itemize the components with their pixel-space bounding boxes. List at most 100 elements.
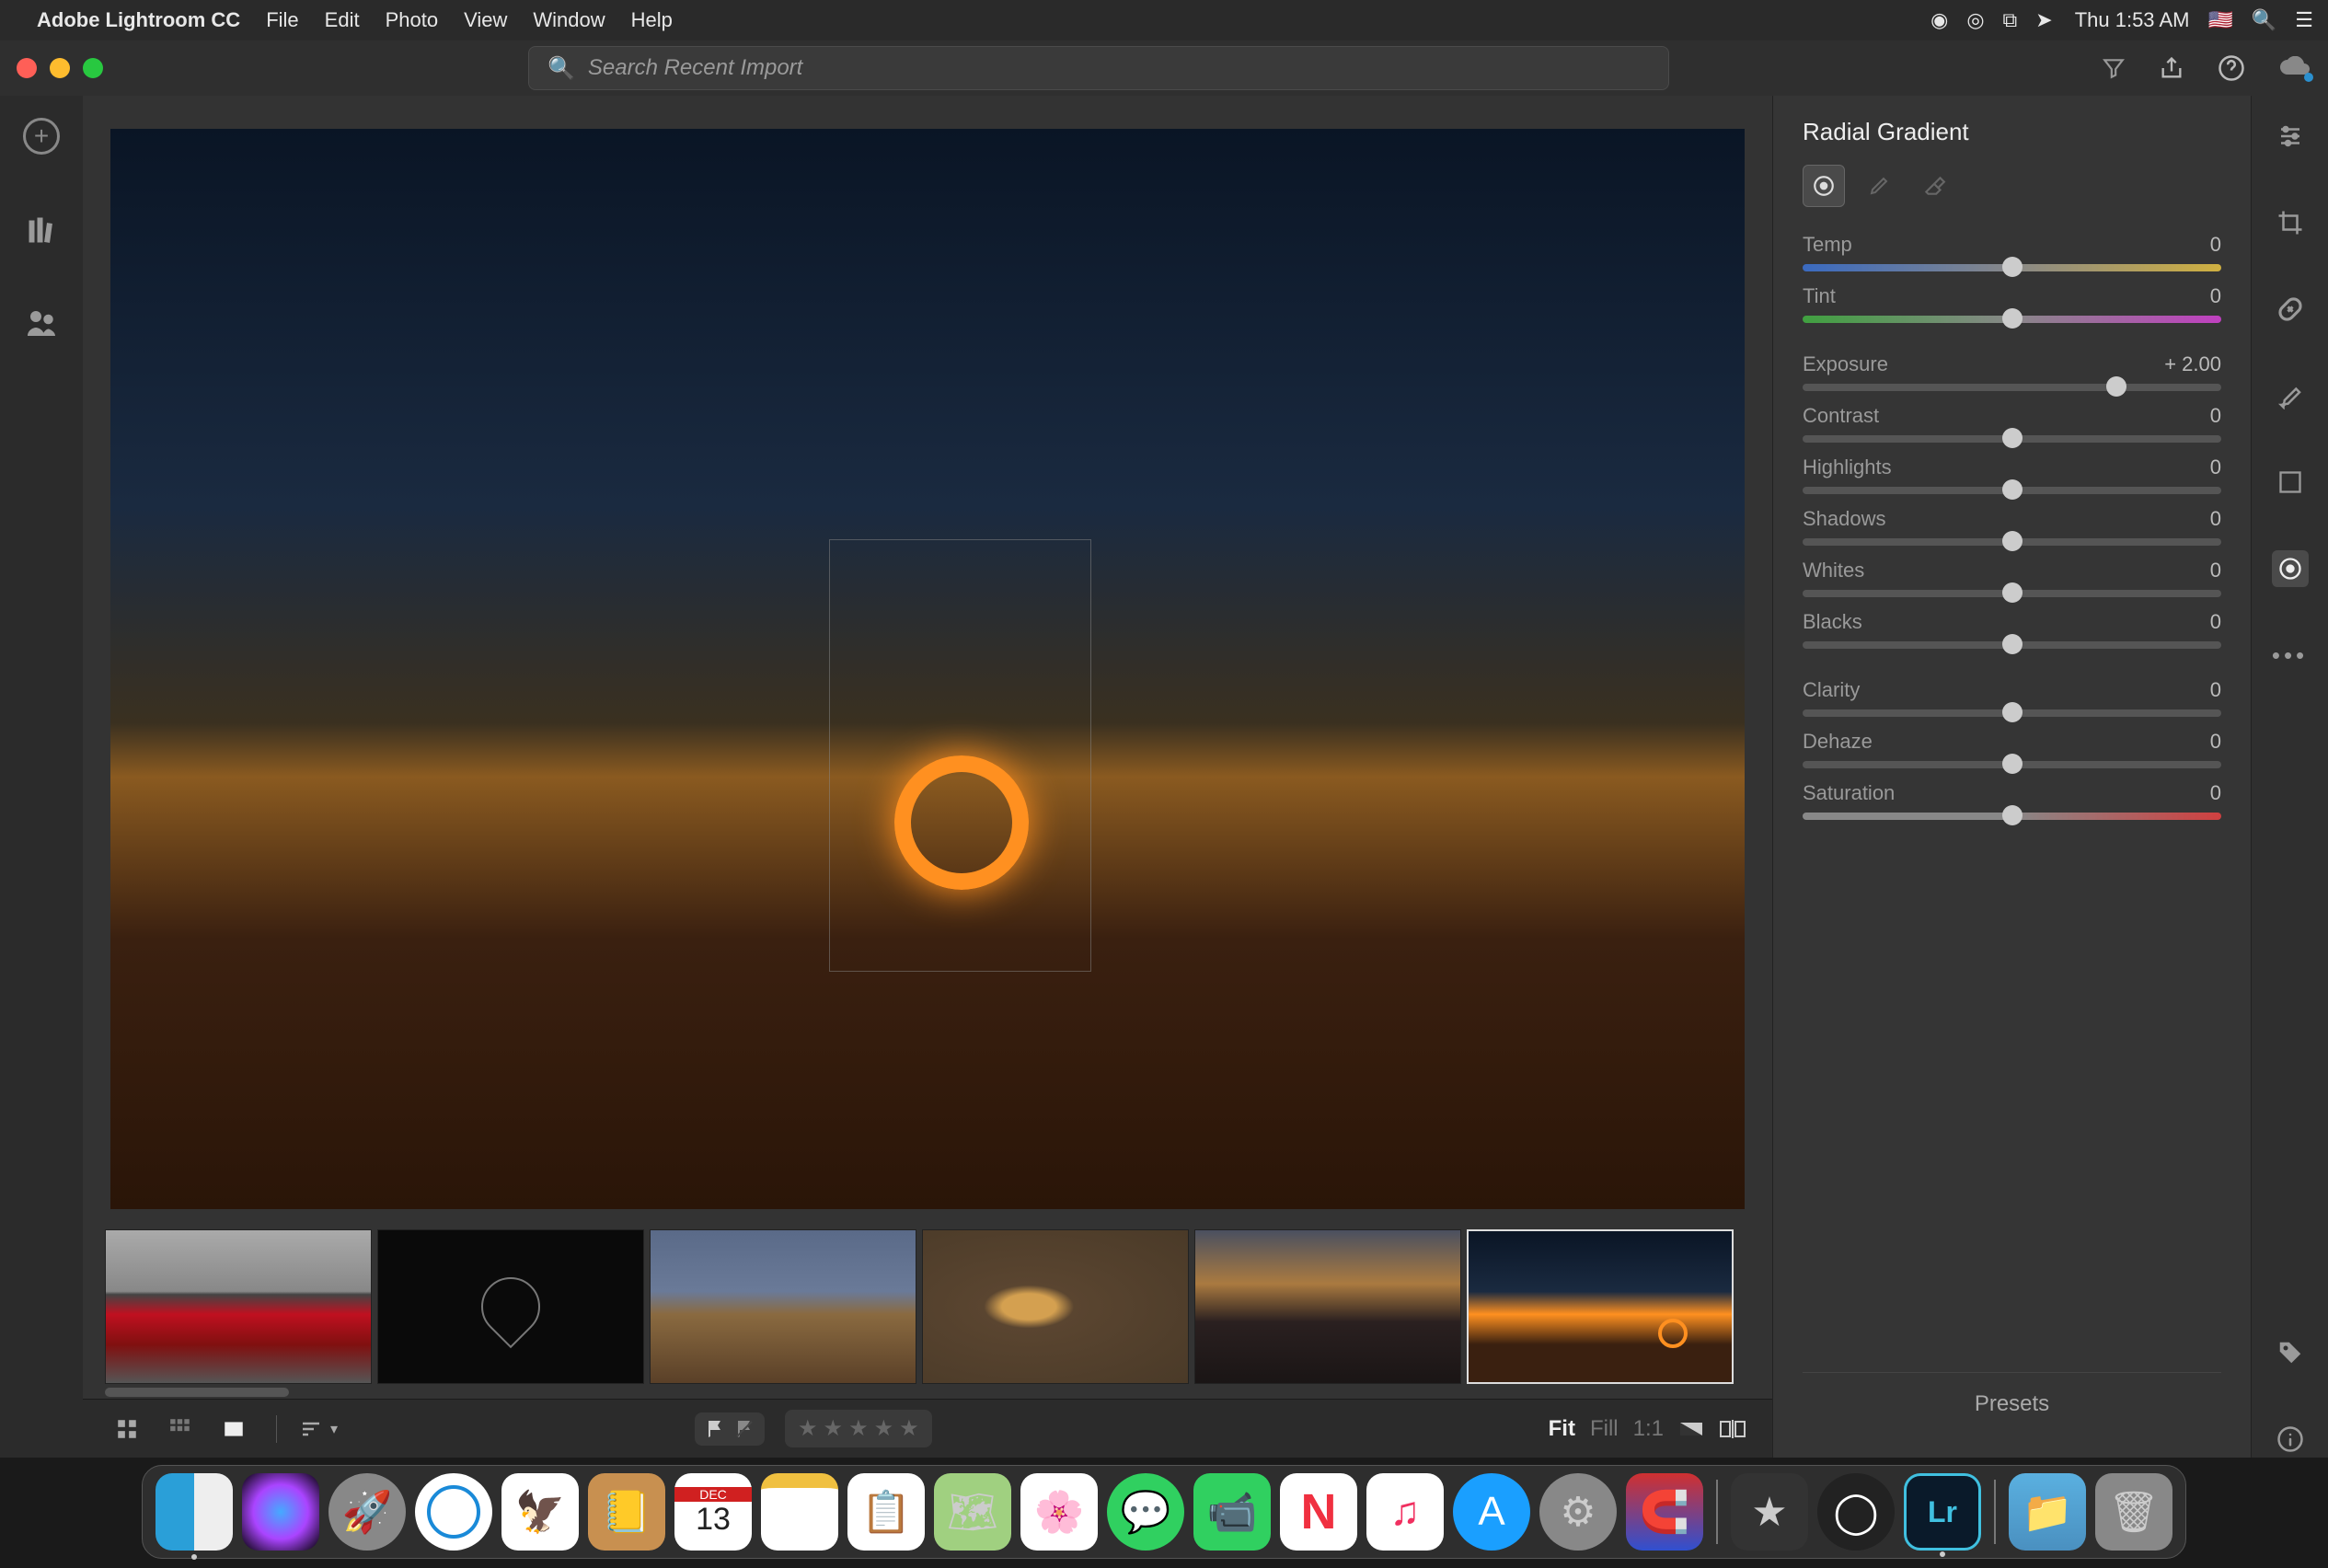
compare-icon[interactable] [1719, 1418, 1746, 1440]
slider-track[interactable] [1803, 538, 2221, 546]
slider-track[interactable] [1803, 641, 2221, 649]
slider-temp[interactable]: Temp0 [1803, 233, 2221, 271]
dock-siri[interactable] [242, 1473, 319, 1551]
cc-icon[interactable]: ◉ [1930, 8, 1948, 32]
slider-dehaze[interactable]: Dehaze0 [1803, 730, 2221, 768]
thumbnail[interactable] [377, 1229, 644, 1384]
menu-view[interactable]: View [464, 8, 507, 32]
healing-icon[interactable] [2272, 291, 2309, 328]
presets-button[interactable]: Presets [1803, 1372, 2221, 1435]
slider-track[interactable] [1803, 435, 2221, 443]
menu-edit[interactable]: Edit [325, 8, 360, 32]
dock-1password[interactable]: ◯ [1817, 1473, 1895, 1551]
cloud-sync-icon[interactable] [2278, 56, 2311, 80]
my-photos-icon[interactable] [25, 213, 58, 247]
flag-reject-icon[interactable] [733, 1418, 755, 1440]
dock-settings[interactable]: ⚙ [1539, 1473, 1617, 1551]
filter-icon[interactable] [2102, 56, 2126, 80]
circle-icon[interactable]: ◎ [1966, 8, 1984, 32]
slider-contrast[interactable]: Contrast0 [1803, 404, 2221, 443]
slider-track[interactable] [1803, 384, 2221, 391]
app-name[interactable]: Adobe Lightroom CC [37, 8, 240, 32]
slider-track[interactable] [1803, 761, 2221, 768]
dock-imovie[interactable]: ★ [1731, 1473, 1808, 1551]
sort-button[interactable]: ▾ [301, 1420, 338, 1438]
filmstrip[interactable] [83, 1218, 1772, 1399]
thumbnail[interactable] [105, 1229, 372, 1384]
close-window[interactable] [17, 58, 37, 78]
star-icon[interactable]: ★ [899, 1415, 919, 1442]
more-icon[interactable]: ••• [2272, 637, 2309, 674]
dock-launchpad[interactable]: 🚀 [328, 1473, 406, 1551]
slider-knob[interactable] [2002, 754, 2023, 774]
mask-erase-icon[interactable] [1913, 165, 1955, 207]
slider-track[interactable] [1803, 590, 2221, 597]
slider-highlights[interactable]: Highlights0 [1803, 455, 2221, 494]
slider-knob[interactable] [2002, 308, 2023, 329]
mask-new-icon[interactable] [1803, 165, 1845, 207]
menu-list-icon[interactable]: ☰ [2295, 8, 2313, 32]
slider-knob[interactable] [2002, 531, 2023, 551]
linear-gradient-icon[interactable] [2272, 464, 2309, 501]
menu-file[interactable]: File [266, 8, 298, 32]
add-photos-button[interactable]: + [23, 118, 60, 155]
dock-maps[interactable]: 🗺 [934, 1473, 1011, 1551]
dock-safari[interactable] [415, 1473, 492, 1551]
dock-calendar[interactable]: DEC13 [674, 1473, 752, 1551]
dock-photos[interactable]: 🌸 [1020, 1473, 1098, 1551]
slider-saturation[interactable]: Saturation0 [1803, 781, 2221, 820]
brush-icon[interactable] [2272, 377, 2309, 414]
grid-view-large-icon[interactable] [162, 1416, 199, 1442]
slider-knob[interactable] [2002, 582, 2023, 603]
slider-clarity[interactable]: Clarity0 [1803, 678, 2221, 717]
bird-icon[interactable]: ➤ [2035, 8, 2052, 32]
filmstrip-scrollbar[interactable] [105, 1388, 289, 1397]
slider-knob[interactable] [2002, 634, 2023, 654]
slider-knob[interactable] [2002, 702, 2023, 722]
search-input[interactable]: 🔍 Search Recent Import [528, 46, 1669, 90]
share-icon[interactable] [2159, 55, 2184, 81]
slider-track[interactable] [1803, 813, 2221, 820]
radial-gradient-icon[interactable] [2272, 550, 2309, 587]
minimize-window[interactable] [50, 58, 70, 78]
dock-news[interactable]: N [1280, 1473, 1357, 1551]
dock-trash[interactable]: 🗑 [2095, 1473, 2172, 1551]
star-icon[interactable]: ★ [824, 1415, 844, 1442]
flag-pick-icon[interactable] [704, 1418, 726, 1440]
photo-canvas[interactable] [83, 96, 1772, 1218]
slider-track[interactable] [1803, 316, 2221, 323]
radial-mask-overlay[interactable] [829, 539, 1090, 972]
flag-icon[interactable]: 🇺🇸 [2207, 8, 2232, 32]
slider-exposure[interactable]: Exposure+ 2.00 [1803, 352, 2221, 391]
dock-contacts[interactable]: 📒 [588, 1473, 665, 1551]
dock-reminders[interactable]: 📋 [847, 1473, 925, 1551]
dock-notes[interactable] [761, 1473, 838, 1551]
grid-view-small-icon[interactable] [109, 1416, 145, 1442]
dock-appstore[interactable]: A [1453, 1473, 1530, 1551]
slider-knob[interactable] [2002, 257, 2023, 277]
star-rating[interactable]: ★ ★ ★ ★ ★ [785, 1410, 932, 1447]
slider-track[interactable] [1803, 264, 2221, 271]
star-icon[interactable]: ★ [798, 1415, 818, 1442]
dock-lightroom[interactable]: Lr [1904, 1473, 1981, 1551]
airplay-icon[interactable]: ⧉ [2003, 8, 2018, 32]
dock-itunes[interactable]: ♫ [1366, 1473, 1444, 1551]
menu-help[interactable]: Help [631, 8, 673, 32]
keywords-icon[interactable] [2272, 1334, 2309, 1371]
slider-whites[interactable]: Whites0 [1803, 559, 2221, 597]
info-icon[interactable] [2272, 1421, 2309, 1458]
slider-knob[interactable] [2002, 479, 2023, 500]
thumbnail[interactable] [922, 1229, 1189, 1384]
thumbnail-selected[interactable] [1467, 1229, 1734, 1384]
help-icon[interactable] [2218, 54, 2245, 82]
slider-track[interactable] [1803, 487, 2221, 494]
thumbnail[interactable] [650, 1229, 916, 1384]
dock-magnet[interactable]: 🧲 [1626, 1473, 1703, 1551]
dock-finder[interactable] [156, 1473, 233, 1551]
spotlight-icon[interactable]: 🔍 [2252, 8, 2276, 32]
mask-brush-icon[interactable] [1858, 165, 1900, 207]
zoom-1to1[interactable]: 1:1 [1633, 1416, 1664, 1442]
slider-blacks[interactable]: Blacks0 [1803, 610, 2221, 649]
star-icon[interactable]: ★ [848, 1415, 869, 1442]
dock-facetime[interactable]: 📹 [1193, 1473, 1271, 1551]
